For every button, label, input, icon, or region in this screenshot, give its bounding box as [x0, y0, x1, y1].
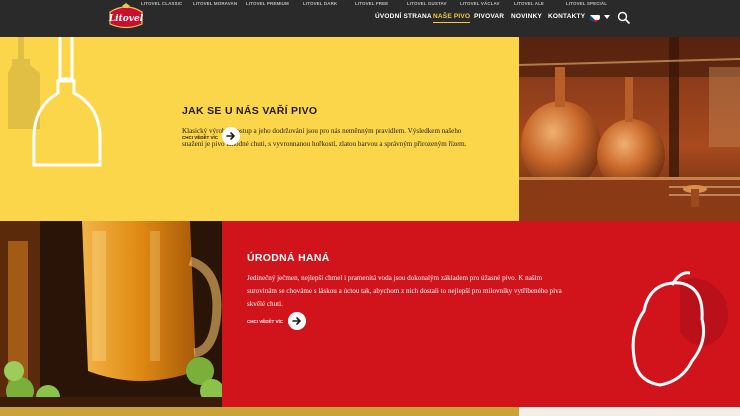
bottle-illustration: [8, 37, 102, 167]
nav-uvodni-strana[interactable]: ÚVODNÍ STRANA: [375, 13, 432, 20]
litovel-logo[interactable]: Litovel: [106, 2, 146, 30]
top-link[interactable]: LITOVEL VÁCLAV: [460, 1, 500, 6]
nav-nase-pivo[interactable]: NAŠE PIVO: [433, 13, 471, 23]
search-icon[interactable]: [617, 11, 630, 24]
czech-flag-icon[interactable]: [590, 12, 600, 22]
brewing-cta-button[interactable]: [222, 127, 240, 145]
beer-mug-photo: [0, 221, 222, 407]
top-link[interactable]: LITOVEL CLASSIC: [141, 1, 182, 6]
arrow-right-icon: [292, 317, 301, 325]
top-link[interactable]: LITOVEL DARK: [303, 1, 337, 6]
top-link[interactable]: LITOVEL PREMIUM: [246, 1, 289, 6]
hana-cta-button[interactable]: [288, 312, 306, 330]
brewhouse-photo: [519, 37, 740, 221]
top-link[interactable]: LITOVEL GUSTAV: [407, 1, 447, 6]
site-header: LITOVEL CLASSIC LITOVEL MORAVAN LITOVEL …: [0, 0, 740, 37]
nav-novinky[interactable]: NOVINKY: [511, 13, 542, 20]
next-section-edge-light: [519, 407, 740, 416]
brewing-section: JAK SE U NÁS VAŘÍ PIVO Klasický výrobní …: [0, 37, 519, 221]
page: LITOVEL CLASSIC LITOVEL MORAVAN LITOVEL …: [0, 0, 740, 416]
nav-kontakty[interactable]: KONTAKTY: [548, 13, 585, 20]
top-link[interactable]: LITOVEL SPECIÁL: [566, 1, 607, 6]
top-link[interactable]: LITOVEL MORAVAN: [193, 1, 237, 6]
arrow-right-icon: [226, 132, 235, 140]
nav-pivovar[interactable]: PIVOVAR: [474, 13, 504, 20]
next-section-edge: [0, 407, 519, 416]
brewing-cta-label[interactable]: CHCI VĚDĚT VÍC: [182, 135, 218, 140]
hana-cta-label[interactable]: CHCI VĚDĚT VÍC: [247, 319, 283, 324]
brewing-title: JAK SE U NÁS VAŘÍ PIVO: [182, 105, 318, 117]
top-link[interactable]: LITOVEL FREE: [355, 1, 388, 6]
hop-illustration: [631, 271, 728, 387]
top-link[interactable]: LITOVEL ALE: [514, 1, 544, 6]
logo-text: Litovel: [108, 14, 144, 24]
language-dropdown-icon[interactable]: [604, 15, 610, 19]
hana-text: Jedinečný ječmen, nejlepší chmel i prame…: [247, 274, 562, 308]
hana-title: ÚRODNÁ HANÁ: [247, 252, 330, 264]
